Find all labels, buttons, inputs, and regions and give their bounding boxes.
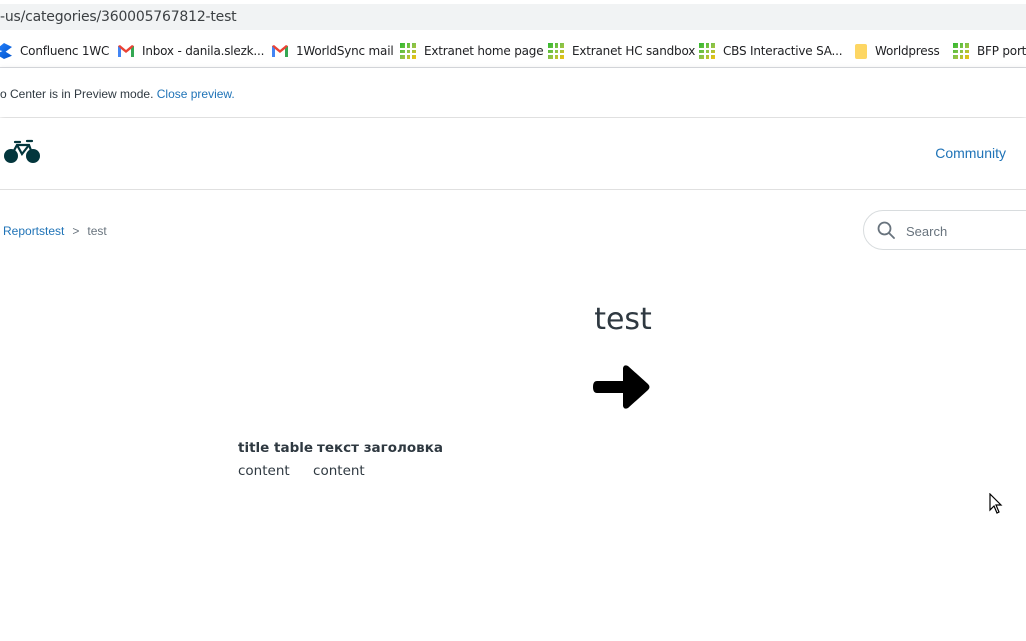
bookmark-confluence[interactable]: Confluenc 1WC (0, 41, 109, 61)
page-title: test (594, 302, 652, 337)
bicycle-icon[interactable] (3, 139, 41, 170)
search-box[interactable] (863, 210, 1026, 250)
bookmark-label: CBS Interactive SA... (723, 44, 843, 58)
search-input[interactable] (904, 220, 1026, 242)
gmail-icon (272, 45, 288, 57)
preview-banner: o Center is in Preview mode. Close previ… (0, 68, 1026, 117)
table-row: content content (238, 458, 443, 479)
bookmark-worldpress[interactable]: Worldpress (855, 41, 940, 61)
folder-icon (855, 43, 867, 59)
bookmark-gmail-inbox[interactable]: Inbox - danila.slezk... (118, 41, 264, 61)
breadcrumb-separator: > (72, 224, 80, 238)
breadcrumb: Reportstest > test (3, 224, 107, 238)
bookmarks-bar: Confluenc 1WC Inbox - danila.slezk... 1W… (0, 34, 1026, 68)
browser-url-bar: -us/categories/360005767812-test (0, 0, 1026, 34)
bookmark-label: BFP porta (977, 44, 1026, 58)
address-text[interactable]: -us/categories/360005767812-test (0, 9, 237, 25)
gmail-icon (118, 45, 134, 57)
search-icon (877, 221, 895, 244)
bookmark-label: Extranet home page (424, 44, 544, 58)
breadcrumb-item-reportstest[interactable]: Reportstest (3, 224, 64, 238)
bookmark-label: 1WorldSync mail (296, 44, 394, 58)
bookmark-cbs-interactive[interactable]: CBS Interactive SA... (699, 41, 843, 61)
breadcrumb-item-test[interactable]: test (87, 224, 106, 238)
bookmark-label: Confluenc 1WC (20, 44, 110, 58)
mouse-cursor-icon (989, 492, 1003, 520)
confluence-icon (0, 43, 12, 59)
table-header-row: title table текст заголовка (238, 438, 443, 458)
bookmark-bfp-portal[interactable]: BFP porta (953, 41, 1026, 61)
grid-icon (400, 43, 416, 59)
bookmark-1worldsync-mail[interactable]: 1WorldSync mail (272, 41, 394, 61)
bookmark-label: Inbox - danila.slezk... (142, 44, 265, 58)
table-header-cell: title table (238, 440, 314, 456)
bookmark-extranet-hc-sandbox[interactable]: Extranet HC sandbox (548, 41, 695, 61)
close-preview-link[interactable]: Close preview. (157, 87, 235, 101)
bookmark-label: Extranet HC sandbox (572, 44, 696, 58)
table-cell: content (313, 463, 365, 479)
bookmark-label: Worldpress (875, 44, 940, 58)
nav-community-link[interactable]: Community (935, 145, 1006, 161)
bookmark-extranet-home[interactable]: Extranet home page (400, 41, 544, 61)
grid-icon (699, 43, 715, 59)
content-table: title table текст заголовка content cont… (238, 438, 443, 479)
table-header-cell: текст заголовка (317, 440, 443, 456)
grid-icon (953, 43, 969, 59)
arrow-right-icon (593, 362, 651, 417)
preview-banner-text: o Center is in Preview mode. (0, 87, 157, 101)
table-cell: content (238, 463, 290, 479)
grid-icon (548, 43, 564, 59)
site-header: Community (0, 118, 1026, 190)
